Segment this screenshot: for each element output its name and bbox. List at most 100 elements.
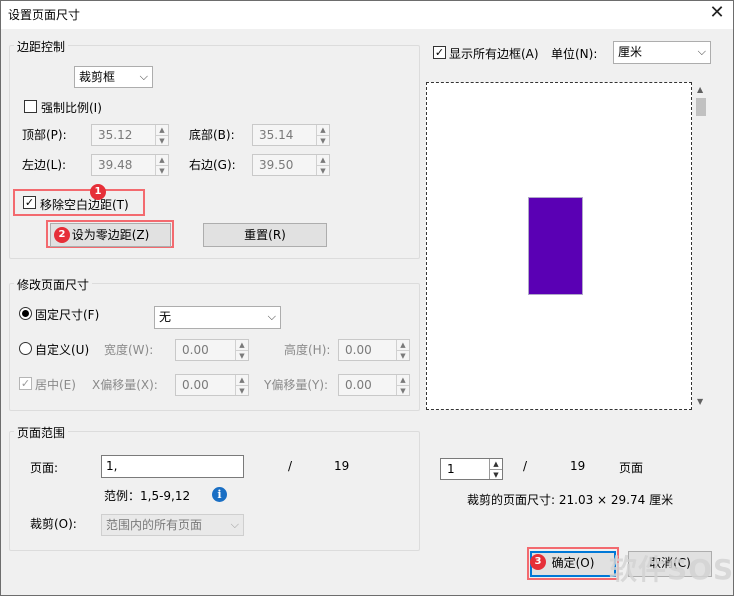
fixed-size-select[interactable]: 无 ⌵ bbox=[154, 306, 281, 329]
show-all-boxes-label: 显示所有边框(A) bbox=[449, 47, 539, 61]
scroll-up-icon[interactable]: ▲ bbox=[697, 85, 703, 94]
y-offset-value: 0.00 bbox=[345, 378, 372, 392]
spin-down-icon[interactable]: ▼ bbox=[156, 135, 168, 145]
spinner-buttons[interactable]: ▲ ▼ bbox=[235, 375, 248, 395]
remove-white-checkbox[interactable]: ✓ bbox=[23, 196, 36, 209]
force-ratio-label: 强制比例(I) bbox=[41, 101, 102, 115]
preview-slash: / bbox=[523, 459, 528, 473]
spin-down-icon[interactable]: ▼ bbox=[397, 385, 409, 395]
close-icon[interactable]: ✕ bbox=[705, 1, 729, 27]
show-all-boxes-checkbox[interactable]: ✓ bbox=[433, 46, 446, 59]
fixed-size-value: 无 bbox=[159, 310, 172, 324]
spin-up-icon[interactable]: ▲ bbox=[317, 125, 329, 135]
remove-white-label: 移除空白边距(T) bbox=[40, 198, 129, 212]
crop-size-readout: 裁剪的页面尺寸: 21.03 × 29.74 厘米 bbox=[467, 493, 674, 507]
scroll-down-icon[interactable]: ▼ bbox=[697, 397, 703, 406]
spinner-buttons[interactable]: ▲ ▼ bbox=[155, 155, 168, 175]
unit-label: 单位(N): bbox=[551, 47, 598, 61]
width-label: 宽度(W): bbox=[104, 343, 154, 357]
spinner-buttons[interactable]: ▲ ▼ bbox=[489, 459, 502, 479]
step-marker-2: 2 bbox=[54, 227, 70, 243]
preview-scrollbar[interactable]: ▲ ▼ bbox=[693, 82, 710, 410]
spin-up-icon[interactable]: ▲ bbox=[397, 375, 409, 385]
spinner-buttons[interactable]: ▲ ▼ bbox=[316, 155, 329, 175]
preview-page-value: 1 bbox=[447, 462, 455, 476]
top-margin-label: 顶部(P): bbox=[22, 128, 67, 142]
width-spinner[interactable]: 0.00 ▲ ▼ bbox=[175, 339, 249, 361]
bottom-margin-label: 底部(B): bbox=[189, 128, 235, 142]
fixed-size-radio[interactable] bbox=[19, 307, 32, 320]
left-margin-label: 左边(L): bbox=[22, 158, 67, 172]
custom-size-label: 自定义(U) bbox=[35, 343, 90, 357]
crop-scope-value: 范围内的所有页面 bbox=[106, 518, 203, 532]
spin-down-icon[interactable]: ▼ bbox=[490, 469, 502, 479]
spin-up-icon[interactable]: ▲ bbox=[490, 459, 502, 469]
height-spinner[interactable]: 0.00 ▲ ▼ bbox=[338, 339, 410, 361]
crop-scope-select[interactable]: 范围内的所有页面 ⌵ bbox=[101, 514, 244, 536]
page-size-group-label: 修改页面尺寸 bbox=[14, 276, 93, 293]
y-offset-spinner[interactable]: 0.00 ▲ ▼ bbox=[338, 374, 410, 396]
pages-label: 页面: bbox=[30, 461, 59, 475]
right-margin-value: 39.50 bbox=[259, 158, 294, 172]
preview-page-word: 页面 bbox=[619, 461, 644, 475]
reset-button[interactable]: 重置(R) bbox=[203, 223, 327, 247]
spinner-buttons[interactable]: ▲ ▼ bbox=[396, 375, 409, 395]
height-value: 0.00 bbox=[345, 343, 372, 357]
spin-up-icon[interactable]: ▲ bbox=[397, 340, 409, 350]
spinner-buttons[interactable]: ▲ ▼ bbox=[155, 125, 168, 145]
page-thumbnail bbox=[528, 197, 583, 295]
step-marker-3: 3 bbox=[530, 554, 546, 570]
top-margin-spinner[interactable]: 35.12 ▲ ▼ bbox=[91, 124, 169, 146]
x-offset-value: 0.00 bbox=[182, 378, 209, 392]
width-value: 0.00 bbox=[182, 343, 209, 357]
left-margin-spinner[interactable]: 39.48 ▲ ▼ bbox=[91, 154, 169, 176]
right-margin-spinner[interactable]: 39.50 ▲ ▼ bbox=[252, 154, 330, 176]
center-checkbox[interactable]: ✓ bbox=[19, 377, 32, 390]
dialog-title: 设置页面尺寸 bbox=[8, 8, 81, 22]
custom-size-radio[interactable] bbox=[19, 342, 32, 355]
scroll-thumb[interactable] bbox=[696, 98, 706, 116]
preview-page-spinner[interactable]: 1 ▲ ▼ bbox=[440, 458, 503, 480]
spin-up-icon[interactable]: ▲ bbox=[156, 155, 168, 165]
spin-up-icon[interactable]: ▲ bbox=[156, 125, 168, 135]
spinner-buttons[interactable]: ▲ ▼ bbox=[316, 125, 329, 145]
page-range-group-label: 页面范围 bbox=[14, 424, 69, 441]
spin-up-icon[interactable]: ▲ bbox=[236, 340, 248, 350]
box-mode-select[interactable]: 裁剪框 ⌵ bbox=[74, 66, 153, 88]
margins-group-label: 边距控制 bbox=[14, 38, 69, 55]
crop-scope-label: 裁剪(O): bbox=[30, 517, 77, 531]
x-offset-spinner[interactable]: 0.00 ▲ ▼ bbox=[175, 374, 249, 396]
spin-down-icon[interactable]: ▼ bbox=[317, 135, 329, 145]
bottom-margin-spinner[interactable]: 35.14 ▲ ▼ bbox=[252, 124, 330, 146]
unit-select[interactable]: 厘米 ⌵ bbox=[613, 41, 711, 64]
height-label: 高度(H): bbox=[284, 343, 331, 357]
radio-selected-dot bbox=[22, 310, 29, 317]
right-margin-label: 右边(G): bbox=[189, 158, 236, 172]
spin-down-icon[interactable]: ▼ bbox=[156, 165, 168, 175]
y-offset-label: Y偏移量(Y): bbox=[264, 378, 329, 392]
spin-down-icon[interactable]: ▼ bbox=[397, 350, 409, 360]
center-label: 居中(E) bbox=[35, 378, 76, 392]
spinner-buttons[interactable]: ▲ ▼ bbox=[235, 340, 248, 360]
spin-down-icon[interactable]: ▼ bbox=[236, 350, 248, 360]
bottom-margin-value: 35.14 bbox=[259, 128, 294, 142]
watermark: 软件SOS bbox=[609, 553, 734, 586]
info-icon[interactable]: i bbox=[212, 487, 227, 502]
top-margin-value: 35.12 bbox=[98, 128, 133, 142]
chevron-down-icon: ⌵ bbox=[230, 518, 239, 531]
step-marker-1: 1 bbox=[90, 184, 106, 200]
chevron-down-icon: ⌵ bbox=[697, 45, 706, 58]
spin-up-icon[interactable]: ▲ bbox=[236, 375, 248, 385]
unit-value: 厘米 bbox=[618, 45, 643, 59]
title-bar: 设置页面尺寸 ✕ bbox=[1, 1, 733, 29]
left-margin-value: 39.48 bbox=[98, 158, 133, 172]
spin-down-icon[interactable]: ▼ bbox=[236, 385, 248, 395]
chevron-down-icon: ⌵ bbox=[267, 310, 276, 323]
fixed-size-label: 固定尺寸(F) bbox=[35, 308, 100, 322]
pages-input[interactable]: 1, bbox=[101, 455, 244, 478]
spin-up-icon[interactable]: ▲ bbox=[317, 155, 329, 165]
force-ratio-checkbox[interactable] bbox=[24, 100, 37, 113]
x-offset-label: X偏移量(X): bbox=[92, 378, 158, 392]
spin-down-icon[interactable]: ▼ bbox=[317, 165, 329, 175]
spinner-buttons[interactable]: ▲ ▼ bbox=[396, 340, 409, 360]
